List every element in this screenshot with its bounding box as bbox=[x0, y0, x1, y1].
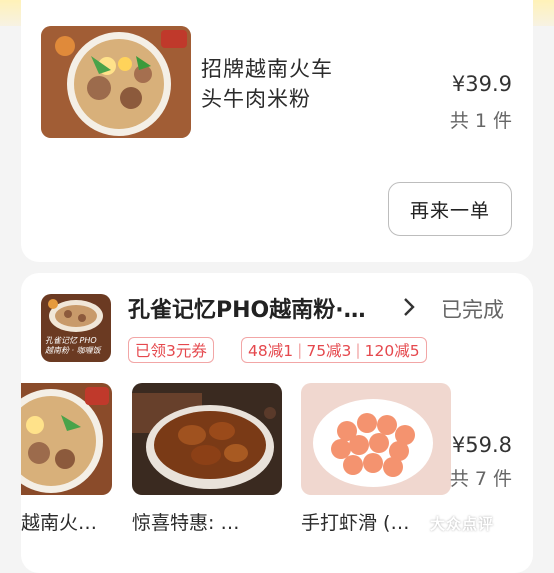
dish-thumbnail[interactable] bbox=[132, 383, 282, 495]
shop-logo[interactable]: 孔雀记忆 PHO 越南粉 · 咖喱饭 bbox=[41, 294, 111, 362]
order-quantity: 共 1 件 bbox=[449, 110, 512, 132]
logo-text: 孔雀记忆 PHO 越南粉 · 咖喱饭 bbox=[45, 336, 101, 355]
coupon-tag: 已领3元券 bbox=[128, 337, 214, 363]
dish-thumbnail[interactable] bbox=[301, 383, 451, 495]
discount-item: 120减5 bbox=[364, 342, 420, 360]
item-name[interactable]: 招牌越南火车 头牛肉米粉 bbox=[201, 54, 333, 114]
shop-name[interactable]: 孔雀记忆PHO越南粉·… bbox=[128, 292, 366, 324]
item-name-line: 招牌越南火车 bbox=[201, 57, 333, 81]
item-caption: 越南火… bbox=[21, 512, 98, 534]
watermark-logo: 大众点评 bbox=[430, 515, 495, 533]
item-caption: 手打虾滑 (… bbox=[301, 512, 410, 534]
item-name-line: 头牛肉米粉 bbox=[201, 87, 311, 111]
reorder-button[interactable]: 再来一单 bbox=[388, 182, 512, 236]
order-quantity: 共 7 件 bbox=[449, 468, 512, 490]
order-price: ¥39.9 bbox=[451, 72, 512, 96]
discount-item: 48减1 bbox=[248, 342, 294, 360]
dish-thumbnail[interactable] bbox=[21, 383, 112, 495]
chevron-right-icon[interactable] bbox=[402, 296, 416, 324]
dish-thumbnail[interactable] bbox=[41, 26, 191, 138]
order-price: ¥59.8 bbox=[451, 433, 512, 457]
order-status: 已完成 bbox=[441, 298, 504, 322]
item-caption: 惊喜特惠: … bbox=[132, 512, 240, 534]
discount-tag: 48减1 | 75减3 | 120减5 bbox=[241, 337, 427, 363]
discount-item: 75减3 bbox=[306, 342, 352, 360]
